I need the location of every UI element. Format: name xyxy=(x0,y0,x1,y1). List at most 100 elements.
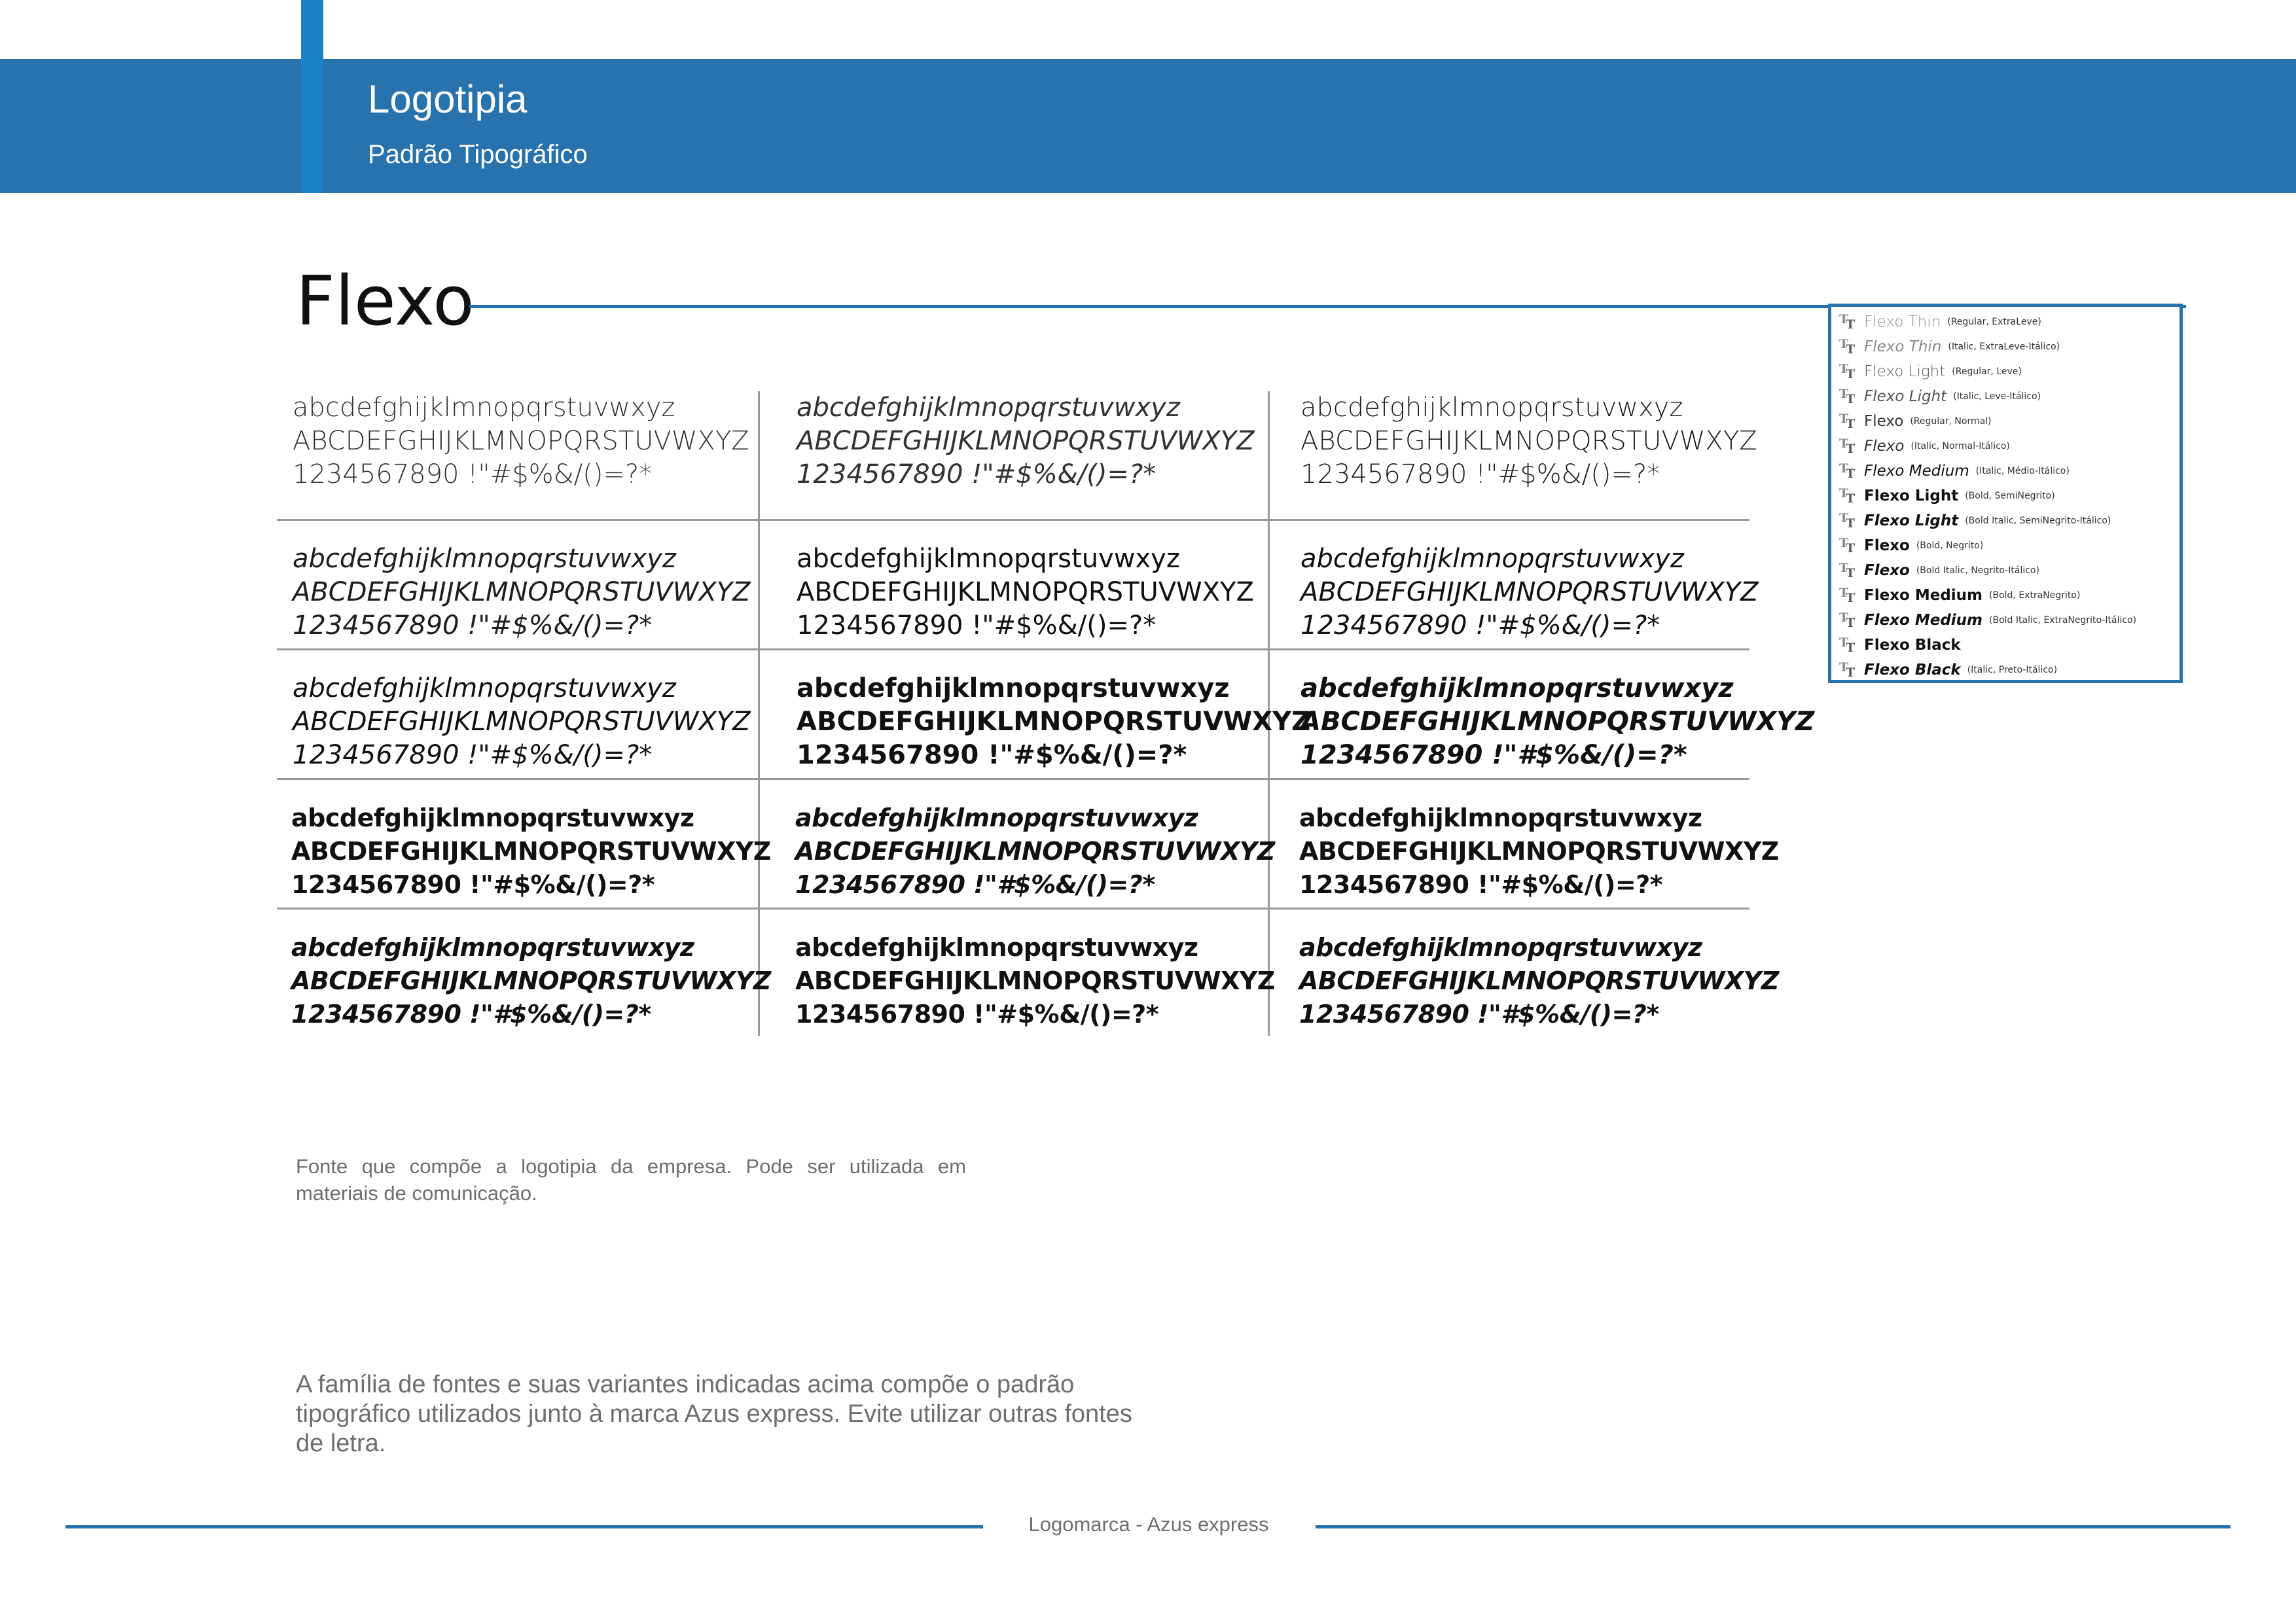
header-band xyxy=(0,59,2296,193)
specimen-regular: abcdefghijklmnopqrstuvwxyz ABCDEFGHIJKLM… xyxy=(797,542,1254,643)
specimen-bold-italic: abcdefghijklmnopqrstuvwxyz ABCDEFGHIJKLM… xyxy=(795,802,1275,902)
font-list-desc: (Bold Italic, SemiNegrito-Itálico) xyxy=(1965,516,2111,526)
font-list-item: TT Flexo (Bold, Negrito) xyxy=(1839,533,1983,558)
specimen-lowercase: abcdefghijklmnopqrstuvwxyz xyxy=(1300,673,1734,703)
specimen-digits: 1234567890 !"#$%&/()=?* xyxy=(1299,1000,1659,1029)
font-list-desc: (Italic, ExtraLeve-Itálico) xyxy=(1948,342,2060,352)
font-list-name: Flexo xyxy=(1864,537,1910,554)
font-list-name: Flexo Medium xyxy=(1864,587,1983,604)
typography-guideline-note: A família de fontes e suas variantes ind… xyxy=(296,1371,1132,1457)
font-list-desc: (Bold Italic, ExtraNegrito-Itálico) xyxy=(1989,615,2137,626)
font-list-name: Flexo Light xyxy=(1864,363,1946,380)
font-list-item: TT Flexo Thin (Italic, ExtraLeve-Itálico… xyxy=(1839,334,2060,359)
font-list-desc: (Italic, Médio-Itálico) xyxy=(1975,466,2070,476)
specimen-lowercase: abcdefghijklmnopqrstuvwxyz xyxy=(797,393,1180,423)
specimen-uppercase: ABCDEFGHIJKLMNOPQRSTUVWXYZ xyxy=(1300,577,1759,607)
font-list-name: Flexo xyxy=(1864,562,1910,579)
specimen-digits: 1234567890 !"#$%&/()=?* xyxy=(1300,610,1660,641)
font-list-desc: (Regular, Normal) xyxy=(1910,416,1992,427)
specimen-digits: 1234567890 !"#$%&/()=?* xyxy=(797,740,1187,770)
font-usage-note: Fonte que compõe a logotipia da empresa.… xyxy=(296,1155,966,1205)
specimen-digits: 1234567890 !"#$%&/()=?* xyxy=(795,870,1155,899)
font-list-panel: TT Flexo Thin (Regular, ExtraLeve) TT Fl… xyxy=(1828,304,2183,683)
specimen-lowercase: abcdefghijklmnopqrstuvwxyz xyxy=(293,393,675,423)
truetype-font-icon: TT xyxy=(1839,486,1856,506)
font-list-desc: (Italic, Leve-Itálico) xyxy=(1953,391,2041,402)
specimen-uppercase: ABCDEFGHIJKLMNOPQRSTUVWXYZ xyxy=(291,966,771,995)
specimen-thin: abcdefghijklmnopqrstuvwxyz ABCDEFGHIJKLM… xyxy=(293,391,749,491)
specimen-light: abcdefghijklmnopqrstuvwxyz ABCDEFGHIJKLM… xyxy=(1300,391,1757,491)
specimen-thin-italic: abcdefghijklmnopqrstuvwxyz ABCDEFGHIJKLM… xyxy=(797,391,1255,491)
footer-caption: Logomarca - Azus express xyxy=(1028,1513,1269,1536)
truetype-font-icon: TT xyxy=(1839,561,1856,580)
page-title: Logotipia xyxy=(368,77,528,121)
font-list-desc: (Regular, ExtraLeve) xyxy=(1947,317,2041,327)
font-list-desc: (Bold, ExtraNegrito) xyxy=(1989,590,2081,601)
specimen-digits: 1234567890 !"#$%&/()=?* xyxy=(293,459,653,489)
specimen-uppercase: ABCDEFGHIJKLMNOPQRSTUVWXYZ xyxy=(293,707,751,737)
specimen-lowercase: abcdefghijklmnopqrstuvwxyz xyxy=(797,544,1180,574)
specimen-uppercase: ABCDEFGHIJKLMNOPQRSTUVWXYZ xyxy=(1300,707,1815,737)
specimen-lowercase: abcdefghijklmnopqrstuvwxyz xyxy=(293,544,676,574)
truetype-font-icon: TT xyxy=(1839,461,1856,481)
page-subtitle: Padrão Tipográfico xyxy=(368,140,588,169)
specimen-light-italic: abcdefghijklmnopqrstuvwxyz ABCDEFGHIJKLM… xyxy=(293,542,751,643)
specimen-lowercase: abcdefghijklmnopqrstuvwxyz xyxy=(795,933,1198,962)
font-list-item: TT Flexo (Italic, Normal-Itálico) xyxy=(1839,434,2010,459)
font-list-desc: (Bold, SemiNegrito) xyxy=(1965,491,2055,501)
font-list-item: TT Flexo Medium (Bold, ExtraNegrito) xyxy=(1839,583,2080,608)
specimen-digits: 1234567890 !"#$%&/()=?* xyxy=(797,610,1157,641)
font-list-desc: (Italic, Preto-Itálico) xyxy=(1967,665,2058,675)
truetype-font-icon: TT xyxy=(1839,635,1856,655)
font-list-name: Flexo Light xyxy=(1864,487,1959,504)
specimen-lowercase: abcdefghijklmnopqrstuvwxyz xyxy=(1300,393,1683,423)
font-list-item: TT Flexo (Bold Italic, Negrito-Itálico) xyxy=(1839,558,2039,583)
specimen-uppercase: ABCDEFGHIJKLMNOPQRSTUVWXYZ xyxy=(797,426,1255,456)
specimen-extrabold-italic: abcdefghijklmnopqrstuvwxyz ABCDEFGHIJKLM… xyxy=(291,931,771,1031)
specimen-lowercase: abcdefghijklmnopqrstuvwxyz xyxy=(293,673,676,703)
specimen-lowercase: abcdefghijklmnopqrstuvwxyz xyxy=(291,803,694,832)
truetype-font-icon: TT xyxy=(1839,610,1856,630)
grid-divider xyxy=(277,908,1749,909)
font-list-name: Flexo Black xyxy=(1864,662,1961,679)
truetype-font-icon: TT xyxy=(1839,337,1856,357)
specimen-bold: abcdefghijklmnopqrstuvwxyz ABCDEFGHIJKLM… xyxy=(291,802,771,902)
truetype-font-icon: TT xyxy=(1839,536,1856,556)
specimen-black: abcdefghijklmnopqrstuvwxyz ABCDEFGHIJKLM… xyxy=(795,931,1275,1031)
font-list-item: TT Flexo Black xyxy=(1839,633,1967,658)
font-list-desc: (Regular, Leve) xyxy=(1952,366,2022,377)
font-list-item: TT Flexo Light (Regular, Leve) xyxy=(1839,359,2022,384)
truetype-font-icon: TT xyxy=(1839,511,1856,531)
specimen-uppercase: ABCDEFGHIJKLMNOPQRSTUVWXYZ xyxy=(1300,426,1757,456)
font-list-name: Flexo Light xyxy=(1864,512,1959,529)
font-list-name: Flexo Thin xyxy=(1864,313,1941,330)
font-list-name: Flexo xyxy=(1864,413,1904,430)
footer-rule-left xyxy=(65,1525,983,1528)
specimen-digits: 1234567890 !"#$%&/()=?* xyxy=(797,459,1157,489)
truetype-font-icon: TT xyxy=(1839,362,1856,381)
specimen-lowercase: abcdefghijklmnopqrstuvwxyz xyxy=(795,803,1198,832)
specimen-uppercase: ABCDEFGHIJKLMNOPQRSTUVWXYZ xyxy=(1299,966,1779,995)
specimen-lowercase: abcdefghijklmnopqrstuvwxyz xyxy=(1300,544,1684,574)
specimen-digits: 1234567890 !"#$%&/()=?* xyxy=(293,610,653,641)
footer-rule-right xyxy=(1316,1525,2231,1528)
font-list-name: Flexo Medium xyxy=(1864,463,1969,480)
font-list-name: Flexo Black xyxy=(1864,637,1961,654)
truetype-font-icon: TT xyxy=(1839,436,1856,456)
font-list-item: TT Flexo Light (Bold Italic, SemiNegrito… xyxy=(1839,508,2111,533)
specimen-lowercase: abcdefghijklmnopqrstuvwxyz xyxy=(1299,803,1702,832)
truetype-font-icon: TT xyxy=(1839,412,1856,431)
specimen-uppercase: ABCDEFGHIJKLMNOPQRSTUVWXYZ xyxy=(291,837,771,866)
specimen-digits: 1234567890 !"#$%&/()=?* xyxy=(1300,740,1687,770)
specimen-lowercase: abcdefghijklmnopqrstuvwxyz xyxy=(1299,933,1702,962)
specimen-lowercase: abcdefghijklmnopqrstuvwxyz xyxy=(291,933,694,962)
grid-divider xyxy=(277,648,1749,650)
grid-divider xyxy=(277,519,1749,521)
specimen-medium-italic: abcdefghijklmnopqrstuvwxyz ABCDEFGHIJKLM… xyxy=(293,672,751,772)
font-list-item: TT Flexo Light (Bold, SemiNegrito) xyxy=(1839,484,2055,508)
specimen-uppercase: ABCDEFGHIJKLMNOPQRSTUVWXYZ xyxy=(795,837,1275,866)
specimen-extrabold: abcdefghijklmnopqrstuvwxyz ABCDEFGHIJKLM… xyxy=(1299,802,1779,902)
font-list-item: TT Flexo Light (Italic, Leve-Itálico) xyxy=(1839,384,2041,409)
specimen-digits: 1234567890 !"#$%&/()=?* xyxy=(1300,459,1660,489)
font-list-item: TT Flexo Medium (Bold Italic, ExtraNegri… xyxy=(1839,608,2136,633)
